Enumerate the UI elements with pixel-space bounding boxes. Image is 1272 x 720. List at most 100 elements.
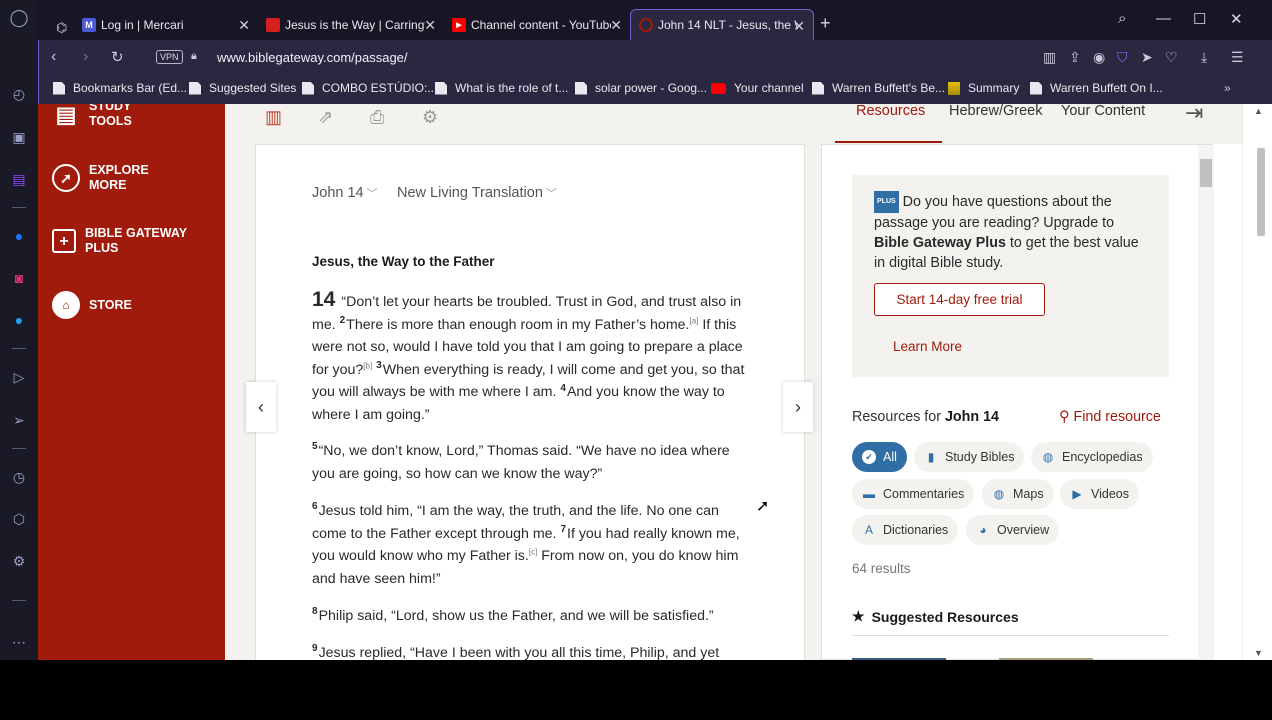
bookmark-item[interactable]: Suggested Sites [189, 81, 296, 95]
scroll-up-icon[interactable]: ▲ [1254, 106, 1263, 116]
back-icon[interactable]: ‹ [51, 48, 56, 66]
resource-thumbnail[interactable] [852, 658, 946, 660]
filter-encyclopedias[interactable]: ◍ Encyclopedias [1031, 442, 1153, 472]
easy-setup-icon[interactable]: ☰ [1231, 49, 1244, 66]
panel-scrollbar[interactable] [1198, 145, 1214, 660]
settings-gear-icon[interactable]: ⚙ [9, 551, 29, 571]
bookmark-item[interactable]: Bookmarks Bar (Ed... [53, 81, 187, 95]
send-to-icon[interactable]: ➤ [1141, 49, 1153, 66]
close-window-button[interactable]: ✕ [1230, 10, 1243, 28]
bookmark-item[interactable]: Warren Buffett On I... [1030, 81, 1163, 95]
bookmark-item[interactable]: Your channel [711, 81, 804, 95]
filter-maps[interactable]: ◍ Maps [982, 479, 1054, 509]
bookmark-label: What is the role of t... [455, 81, 569, 95]
forward-icon[interactable]: › [83, 48, 88, 66]
start-free-trial-button[interactable]: Start 14-day free trial [874, 283, 1045, 316]
tab-mercari[interactable]: M Log in | Mercari ✕ [74, 9, 258, 40]
cube-icon[interactable]: ⬡ [9, 509, 29, 529]
resources-for-label: Resources for John 14 [852, 409, 999, 425]
share-passage-icon[interactable]: ⇗ [318, 107, 333, 128]
print-icon[interactable]: ⎙ [370, 107, 384, 128]
twitch-icon[interactable]: ▤ [9, 169, 29, 189]
find-resource-link[interactable]: ⚲ Find resource [1059, 409, 1161, 425]
vpn-badge[interactable]: VPN [156, 50, 183, 64]
page-settings-gear-icon[interactable]: ⚙ [422, 107, 438, 128]
footnote-link[interactable]: [c] [529, 547, 537, 556]
vpn-shield-icon[interactable]: ⛉ [1117, 49, 1128, 66]
messenger-icon[interactable]: ● [9, 226, 29, 246]
footnote-link[interactable]: [b] [363, 361, 372, 370]
resource-thumbnail[interactable] [999, 658, 1093, 660]
close-tab-icon[interactable]: ✕ [424, 17, 436, 34]
opera-logo-icon[interactable]: ◯ [9, 8, 29, 28]
scrollbar-thumb[interactable] [1200, 159, 1212, 187]
share-icon[interactable]: ⇪ [1069, 49, 1081, 66]
reload-icon[interactable]: ↻ [111, 48, 124, 66]
tab-jesus-is-the-way[interactable]: Jesus is the Way | Carrington ✕ [258, 9, 444, 40]
sidebar-item-study-tools[interactable]: ▤ STUDY TOOLS [52, 104, 132, 129]
translation-selector[interactable]: New Living Translation ﹀ [397, 185, 557, 201]
filter-commentaries[interactable]: ▬ Commentaries [852, 479, 975, 509]
history-icon[interactable]: ◷ [9, 467, 29, 487]
verse-number: 5 [312, 441, 318, 453]
tab-hebrew-greek[interactable]: Hebrew/Greek [949, 104, 1042, 119]
tab-bar: ⌬ M Log in | Mercari ✕ Jesus is the Way … [38, 0, 1272, 40]
extensions-icon[interactable]: ▣ [9, 127, 29, 147]
bookmark-item[interactable]: Summary [948, 81, 1019, 95]
bookmark-item[interactable]: COMBO ESTÚDIO:... [302, 81, 437, 95]
bookmarks-overflow-icon[interactable]: » [1224, 81, 1231, 95]
close-tab-icon[interactable]: ✕ [793, 18, 805, 35]
tab-title: Channel content - YouTube [471, 17, 611, 32]
browser-sidebar: ◯ ◴ ▣ ▤ ● ◙ ● ▷ ➢ ◷ ⬡ ⚙ ⋯ [0, 0, 38, 660]
tab-menu-icon[interactable]: ⌬ [48, 12, 67, 43]
tab-youtube[interactable]: ▶ Channel content - YouTube ✕ [444, 9, 630, 40]
download-icon[interactable]: ⤓ [1201, 49, 1207, 66]
sidebar-item-label: MORE [89, 178, 127, 192]
filter-overview[interactable]: ◕ Overview [966, 515, 1060, 545]
parallel-view-icon[interactable]: ▥ [265, 107, 282, 128]
player-icon[interactable]: ▷ [9, 367, 29, 387]
bookmark-item[interactable]: Warren Buffett's Be... [812, 81, 945, 95]
maximize-button[interactable]: ☐ [1193, 10, 1206, 28]
tab-resources[interactable]: Resources [856, 104, 925, 119]
send-icon[interactable]: ➢ [9, 410, 29, 430]
tab-your-content[interactable]: Your Content [1061, 104, 1145, 119]
filter-all[interactable]: ✔ All [852, 442, 907, 472]
footnote-link[interactable]: [a] [689, 316, 698, 325]
scrollbar-thumb[interactable] [1257, 148, 1265, 236]
filter-videos[interactable]: ▶ Videos [1060, 479, 1139, 509]
sidebar-item-bible-gateway-plus[interactable]: + BIBLE GATEWAY PLUS [52, 226, 187, 256]
passage-selector[interactable]: John 14 ﹀ [312, 185, 378, 201]
scroll-down-icon[interactable]: ▼ [1254, 648, 1263, 658]
twitter-icon[interactable]: ● [9, 310, 29, 330]
more-icon[interactable]: ⋯ [9, 632, 29, 652]
collapse-panel-icon[interactable]: ⇥ [1185, 104, 1203, 126]
filter-dictionaries[interactable]: A Dictionaries [852, 515, 959, 545]
search-tabs-icon[interactable]: ⌕ [1118, 10, 1126, 27]
heart-icon[interactable]: ♡ [1165, 49, 1178, 66]
next-chapter-button[interactable]: › [783, 382, 813, 432]
reader-icon[interactable]: ▥ [1043, 49, 1056, 66]
tab-john-14[interactable]: John 14 NLT - Jesus, the Way ✕ [630, 9, 814, 40]
lock-icon[interactable]: 🔒︎ [191, 50, 197, 63]
filter-study-bibles[interactable]: ▮ Study Bibles [914, 442, 1025, 472]
page-scrollbar[interactable]: ▲ ▼ [1242, 104, 1272, 660]
new-tab-button[interactable]: + [820, 13, 831, 34]
close-tab-icon[interactable]: ✕ [238, 17, 250, 34]
close-tab-icon[interactable]: ✕ [610, 17, 622, 34]
verse-number: 7 [560, 523, 566, 535]
speed-dial-icon[interactable]: ◴ [9, 84, 29, 104]
sidebar-item-explore-more[interactable]: ➚ EXPLORE MORE [52, 163, 149, 193]
sidebar-item-store[interactable]: ⌂ STORE [52, 291, 132, 319]
learn-more-link[interactable]: Learn More [893, 339, 962, 354]
bookmark-label: Bookmarks Bar (Ed... [73, 81, 188, 95]
minimize-button[interactable]: — [1156, 10, 1171, 27]
previous-chapter-button[interactable]: ‹ [246, 382, 276, 432]
url-field[interactable]: www.biblegateway.com/passage/ [217, 50, 408, 65]
instagram-icon[interactable]: ◙ [9, 268, 29, 288]
page-icon [575, 81, 587, 95]
bookmark-item[interactable]: What is the role of t... [435, 81, 568, 95]
bookmark-item[interactable]: solar power - Goog... [575, 81, 707, 95]
snapshot-icon[interactable]: ◉ [1093, 49, 1105, 66]
page-icon [812, 81, 824, 95]
